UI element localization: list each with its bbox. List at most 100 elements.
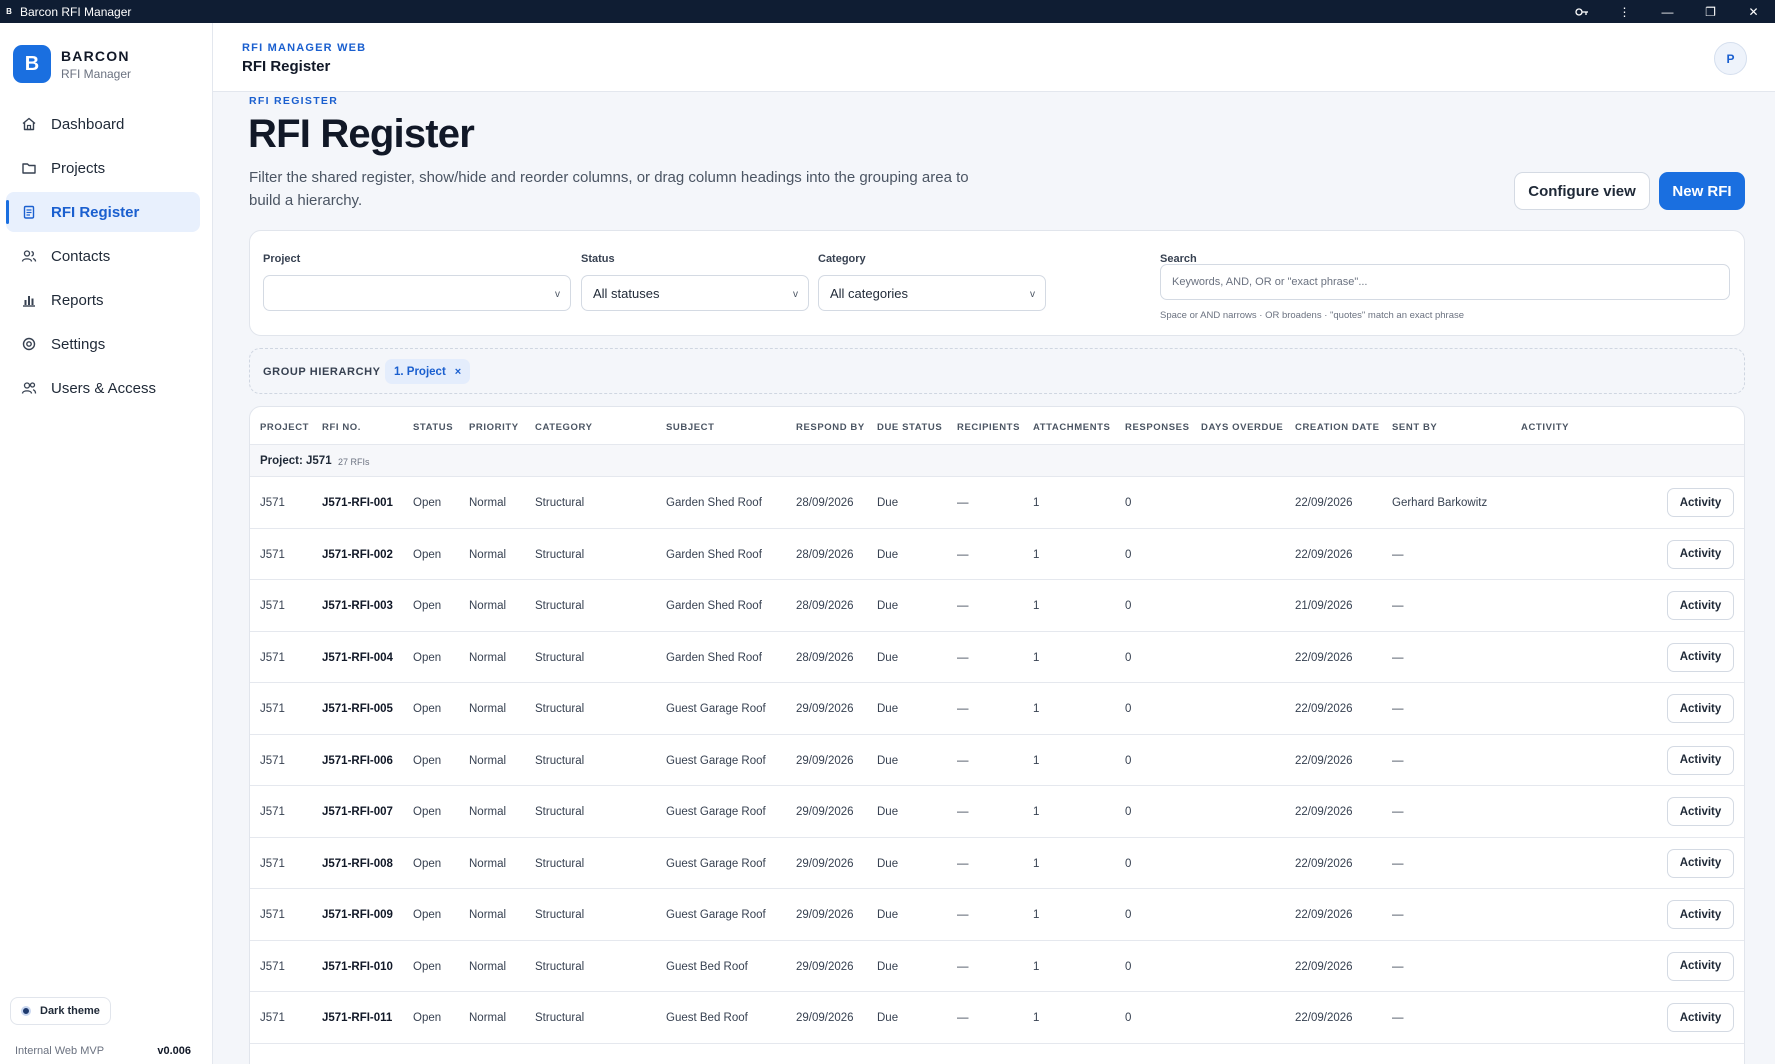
- table-row[interactable]: J571 J571-RFI-010 Open Normal Structural Gues…: [250, 941, 1744, 992]
- cell-rfi-no: J571-RFI-006: [322, 754, 393, 767]
- search-input[interactable]: Keywords, AND, OR or "exact phrase"...: [1160, 264, 1730, 300]
- sidebar-item-rfi-register[interactable]: RFI Register: [6, 192, 200, 232]
- table-row[interactable]: J571 J571-RFI-004 Open Normal Structural Gard…: [250, 632, 1744, 683]
- sidebar-nav: Dashboard Projects RFI Register Contacts…: [6, 104, 200, 412]
- page-kicker: RFI REGISTER: [249, 95, 339, 107]
- activity-button[interactable]: Activity: [1667, 539, 1734, 569]
- cell-attachments: 1: [1033, 960, 1040, 973]
- column-header-respond-by[interactable]: RESPOND BY: [796, 422, 865, 433]
- cell-due-status: Due: [877, 857, 899, 870]
- activity-button[interactable]: Activity: [1667, 797, 1734, 826]
- window-titlebar: B Barcon RFI Manager ⋮ — ❐ ✕: [0, 0, 1775, 23]
- column-header-creation-date[interactable]: CREATION DATE: [1295, 422, 1380, 433]
- table-row[interactable]: J571 J571-RFI-005 Open Normal Structural Gues…: [250, 683, 1744, 735]
- key-icon[interactable]: [1560, 0, 1603, 23]
- column-header-rfi-no[interactable]: RFI NO.: [322, 422, 361, 433]
- cell-sent-by: —: [1392, 806, 1404, 818]
- table-row[interactable]: J571 J571-RFI-008 Open Normal Structural Gues…: [250, 838, 1744, 889]
- sidebar-item-label: Contacts: [51, 247, 111, 265]
- sidebar-item-settings[interactable]: Settings: [6, 324, 200, 364]
- cell-responses: 0: [1125, 960, 1132, 973]
- activity-button[interactable]: Activity: [1667, 1003, 1734, 1032]
- cell-subject: Guest Garage Roof: [666, 857, 766, 870]
- configure-view-button[interactable]: Configure view: [1514, 172, 1650, 210]
- activity-button[interactable]: Activity: [1667, 900, 1734, 929]
- sidebar-item-users-access[interactable]: Users & Access: [6, 368, 200, 408]
- category-select[interactable]: All categories v: [818, 275, 1046, 311]
- cell-sent-by: —: [1392, 703, 1404, 715]
- cell-project: J571: [260, 909, 285, 921]
- column-header-sent-by[interactable]: SENT BY: [1392, 422, 1437, 433]
- group-hierarchy-area[interactable]: GROUP HIERARCHY 1. Project ×: [249, 348, 1745, 394]
- status-select[interactable]: All statuses v: [581, 275, 809, 311]
- cell-rfi-no: J571-RFI-004: [322, 651, 393, 664]
- activity-button[interactable]: Activity: [1667, 951, 1734, 981]
- minimize-button[interactable]: —: [1646, 0, 1689, 23]
- sidebar-item-projects[interactable]: Projects: [6, 148, 200, 188]
- close-button[interactable]: ✕: [1732, 0, 1775, 23]
- page-title: RFI Register: [248, 112, 475, 156]
- restore-button[interactable]: ❐: [1689, 0, 1732, 23]
- cell-sent-by: —: [1392, 754, 1404, 767]
- activity-button[interactable]: Activity: [1667, 488, 1734, 517]
- column-header-priority[interactable]: PRIORITY: [469, 422, 519, 433]
- sidebar-item-label: Dashboard: [51, 115, 125, 133]
- theme-toggle-label: Dark theme: [40, 1005, 100, 1017]
- activity-button[interactable]: Activity: [1667, 848, 1734, 878]
- cell-recipients: —: [957, 600, 969, 612]
- cell-responses: 0: [1125, 754, 1132, 767]
- cell-respond-by: 28/09/2026: [796, 600, 854, 612]
- cell-sent-by: Gerhard Barkowitz: [1392, 497, 1488, 509]
- brand[interactable]: B BARCON RFI Manager: [13, 45, 131, 83]
- column-header-days-overdue[interactable]: DAYS OVERDUE: [1201, 422, 1283, 433]
- cell-respond-by: 29/09/2026: [796, 1012, 854, 1024]
- column-header-recipients[interactable]: RECIPIENTS: [957, 422, 1020, 433]
- table-row[interactable]: J571 J571-RFI-003 Open Normal Structural Gard…: [250, 580, 1744, 632]
- more-options-icon[interactable]: ⋮: [1603, 0, 1646, 23]
- activity-button[interactable]: Activity: [1667, 745, 1734, 775]
- activity-button[interactable]: Activity: [1667, 694, 1734, 723]
- cell-due-status: Due: [877, 806, 899, 818]
- column-header-category[interactable]: CATEGORY: [535, 422, 593, 433]
- activity-button[interactable]: Activity: [1667, 642, 1734, 672]
- cell-responses: 0: [1125, 1012, 1132, 1024]
- sidebar-item-reports[interactable]: Reports: [6, 280, 200, 320]
- cell-respond-by: 29/09/2026: [796, 960, 854, 973]
- cell-due-status: Due: [877, 703, 899, 715]
- table-row[interactable]: J571 J571-RFI-002 Open Normal Structural Gard…: [250, 529, 1744, 580]
- new-rfi-button[interactable]: New RFI: [1659, 172, 1745, 210]
- sidebar-item-contacts[interactable]: Contacts: [6, 236, 200, 276]
- table-row[interactable]: J571 J571-RFI-009 Open Normal Structural Gues…: [250, 889, 1744, 941]
- column-header-subject[interactable]: SUBJECT: [666, 422, 715, 433]
- column-header-project[interactable]: PROJECT: [260, 422, 309, 433]
- column-header-due-status[interactable]: DUE STATUS: [877, 422, 942, 433]
- table-row[interactable]: J571 J571-RFI-007 Open Normal Structural Gues…: [250, 786, 1744, 838]
- column-header-responses[interactable]: RESPONSES: [1125, 422, 1190, 433]
- table-row[interactable]: J571 J571-RFI-011 Open Normal Structural Gues…: [250, 992, 1744, 1044]
- avatar[interactable]: P: [1714, 42, 1747, 75]
- sidebar-item-dashboard[interactable]: Dashboard: [6, 104, 200, 144]
- project-select[interactable]: v: [263, 275, 571, 311]
- column-header-status[interactable]: STATUS: [413, 422, 453, 433]
- column-header-activity[interactable]: ACTIVITY: [1521, 422, 1569, 433]
- dark-theme-toggle[interactable]: Dark theme: [10, 997, 111, 1025]
- close-icon[interactable]: ×: [455, 366, 461, 378]
- cell-due-status: Due: [877, 497, 899, 509]
- table-row[interactable]: J571 J571-RFI-006 Open Normal Structural Gues…: [250, 735, 1744, 786]
- cell-attachments: 1: [1033, 703, 1040, 715]
- cell-attachments: 1: [1033, 651, 1040, 664]
- cell-due-status: Due: [877, 1012, 899, 1024]
- cell-category: Structural: [535, 857, 585, 870]
- cell-recipients: —: [957, 754, 969, 767]
- cell-creation-date: 22/09/2026: [1295, 497, 1353, 509]
- group-chip-label: 1. Project: [394, 365, 446, 378]
- column-header-attachments[interactable]: ATTACHMENTS: [1033, 422, 1111, 433]
- top-header: RFI MANAGER WEB RFI Register P: [213, 23, 1775, 92]
- cell-priority: Normal: [469, 1012, 507, 1024]
- cell-responses: 0: [1125, 703, 1132, 715]
- activity-button[interactable]: Activity: [1667, 591, 1734, 620]
- group-chip-project[interactable]: 1. Project ×: [385, 359, 471, 384]
- group-row-project[interactable]: Project: J571 27 RFIs: [250, 445, 1744, 477]
- table-row[interactable]: J571 J571-RFI-001 Open Normal Structural Gard…: [250, 477, 1744, 529]
- cell-responses: 0: [1125, 806, 1132, 818]
